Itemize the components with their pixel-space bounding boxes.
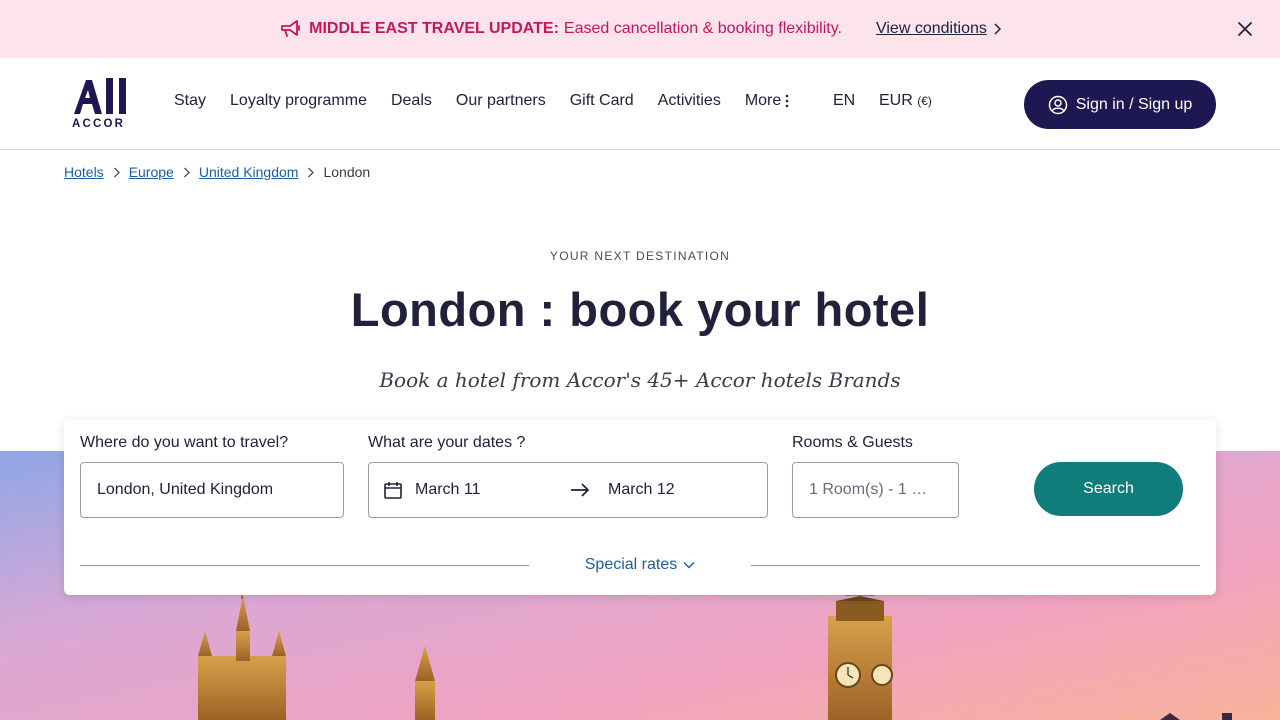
search-button-label: Search [1083,480,1134,497]
nav-more-label: More [744,92,782,109]
alert-banner: MIDDLE EAST TRAVEL UPDATE: Eased cancell… [0,0,1280,58]
sign-in-button[interactable]: Sign in / Sign up [1024,80,1216,129]
nav-loyalty-programme[interactable]: Loyalty programme [230,92,367,110]
breadcrumb-united-kingdom[interactable]: United Kingdom [199,164,299,180]
divider [751,565,1200,566]
nav-gift-card[interactable]: Gift Card [570,92,634,110]
dates-label: What are your dates ? [368,434,526,451]
breadcrumb-current: London [323,164,371,180]
hero-subtitle: Book a hotel from Accor's 45+ Accor hote… [379,368,901,392]
chevron-down-icon [683,561,695,569]
destination-value: London, United Kingdom [97,481,274,498]
nav-more[interactable]: More [745,92,789,110]
chevron-right-icon [307,167,315,178]
hero-eyebrow: YOUR NEXT DESTINATION [549,249,731,263]
calendar-icon [384,482,402,499]
user-circle-icon [1048,95,1067,114]
breadcrumb: Hotels Europe United Kingdom London [64,164,370,180]
main-nav: Stay Loyalty programme Deals Our partner… [174,92,813,110]
nav-activities[interactable]: Activities [658,92,721,110]
nav-our-partners[interactable]: Our partners [456,92,546,110]
banner-message: Eased cancellation & booking flexibility… [563,20,842,37]
rooms-guests-value: 1 Room(s) - 1 … [809,481,928,498]
search-form: Where do you want to travel? London, Uni… [64,419,1216,595]
search-button[interactable]: Search [1034,462,1183,516]
checkout-date[interactable]: March 12 [608,481,675,499]
view-conditions-link[interactable]: View conditions [876,20,1001,38]
destination-label: Where do you want to travel? [80,434,289,451]
close-icon[interactable] [1236,20,1254,38]
currency-symbol: (€) [917,94,932,108]
dates-picker[interactable]: March 11 March 12 [368,462,768,518]
destination-input[interactable]: London, United Kingdom [80,462,344,518]
site-header: ACCOR Stay Loyalty programme Deals Our p… [0,58,1280,150]
megaphone-icon [279,19,301,39]
breadcrumb-europe[interactable]: Europe [129,164,174,180]
divider [80,565,529,566]
checkin-date[interactable]: March 11 [415,481,565,499]
special-rates-toggle[interactable]: Special rates [529,556,751,574]
chevron-right-icon [183,167,190,178]
view-conditions-label: View conditions [875,20,987,37]
vertical-dots-icon [785,94,789,108]
page-title: London : book your hotel [350,283,930,336]
sign-in-label: Sign in / Sign up [1075,95,1193,113]
chevron-right-icon [113,167,120,178]
nav-deals[interactable]: Deals [391,92,432,110]
logo-wordmark: ACCOR [72,118,126,130]
currency-code: EUR [879,92,913,109]
arrow-right-icon [570,482,590,498]
currency-selector[interactable]: EUR (€) [879,92,932,110]
rooms-guests-input[interactable]: 1 Room(s) - 1 … [792,462,959,518]
chevron-right-icon [994,23,1001,35]
breadcrumb-hotels[interactable]: Hotels [64,164,104,180]
language-selector[interactable]: EN [833,92,855,110]
banner-title: MIDDLE EAST TRAVEL UPDATE: [309,20,559,37]
nav-stay[interactable]: Stay [174,92,206,110]
rooms-guests-label: Rooms & Guests [792,434,913,451]
special-rates-label: Special rates [584,556,678,573]
